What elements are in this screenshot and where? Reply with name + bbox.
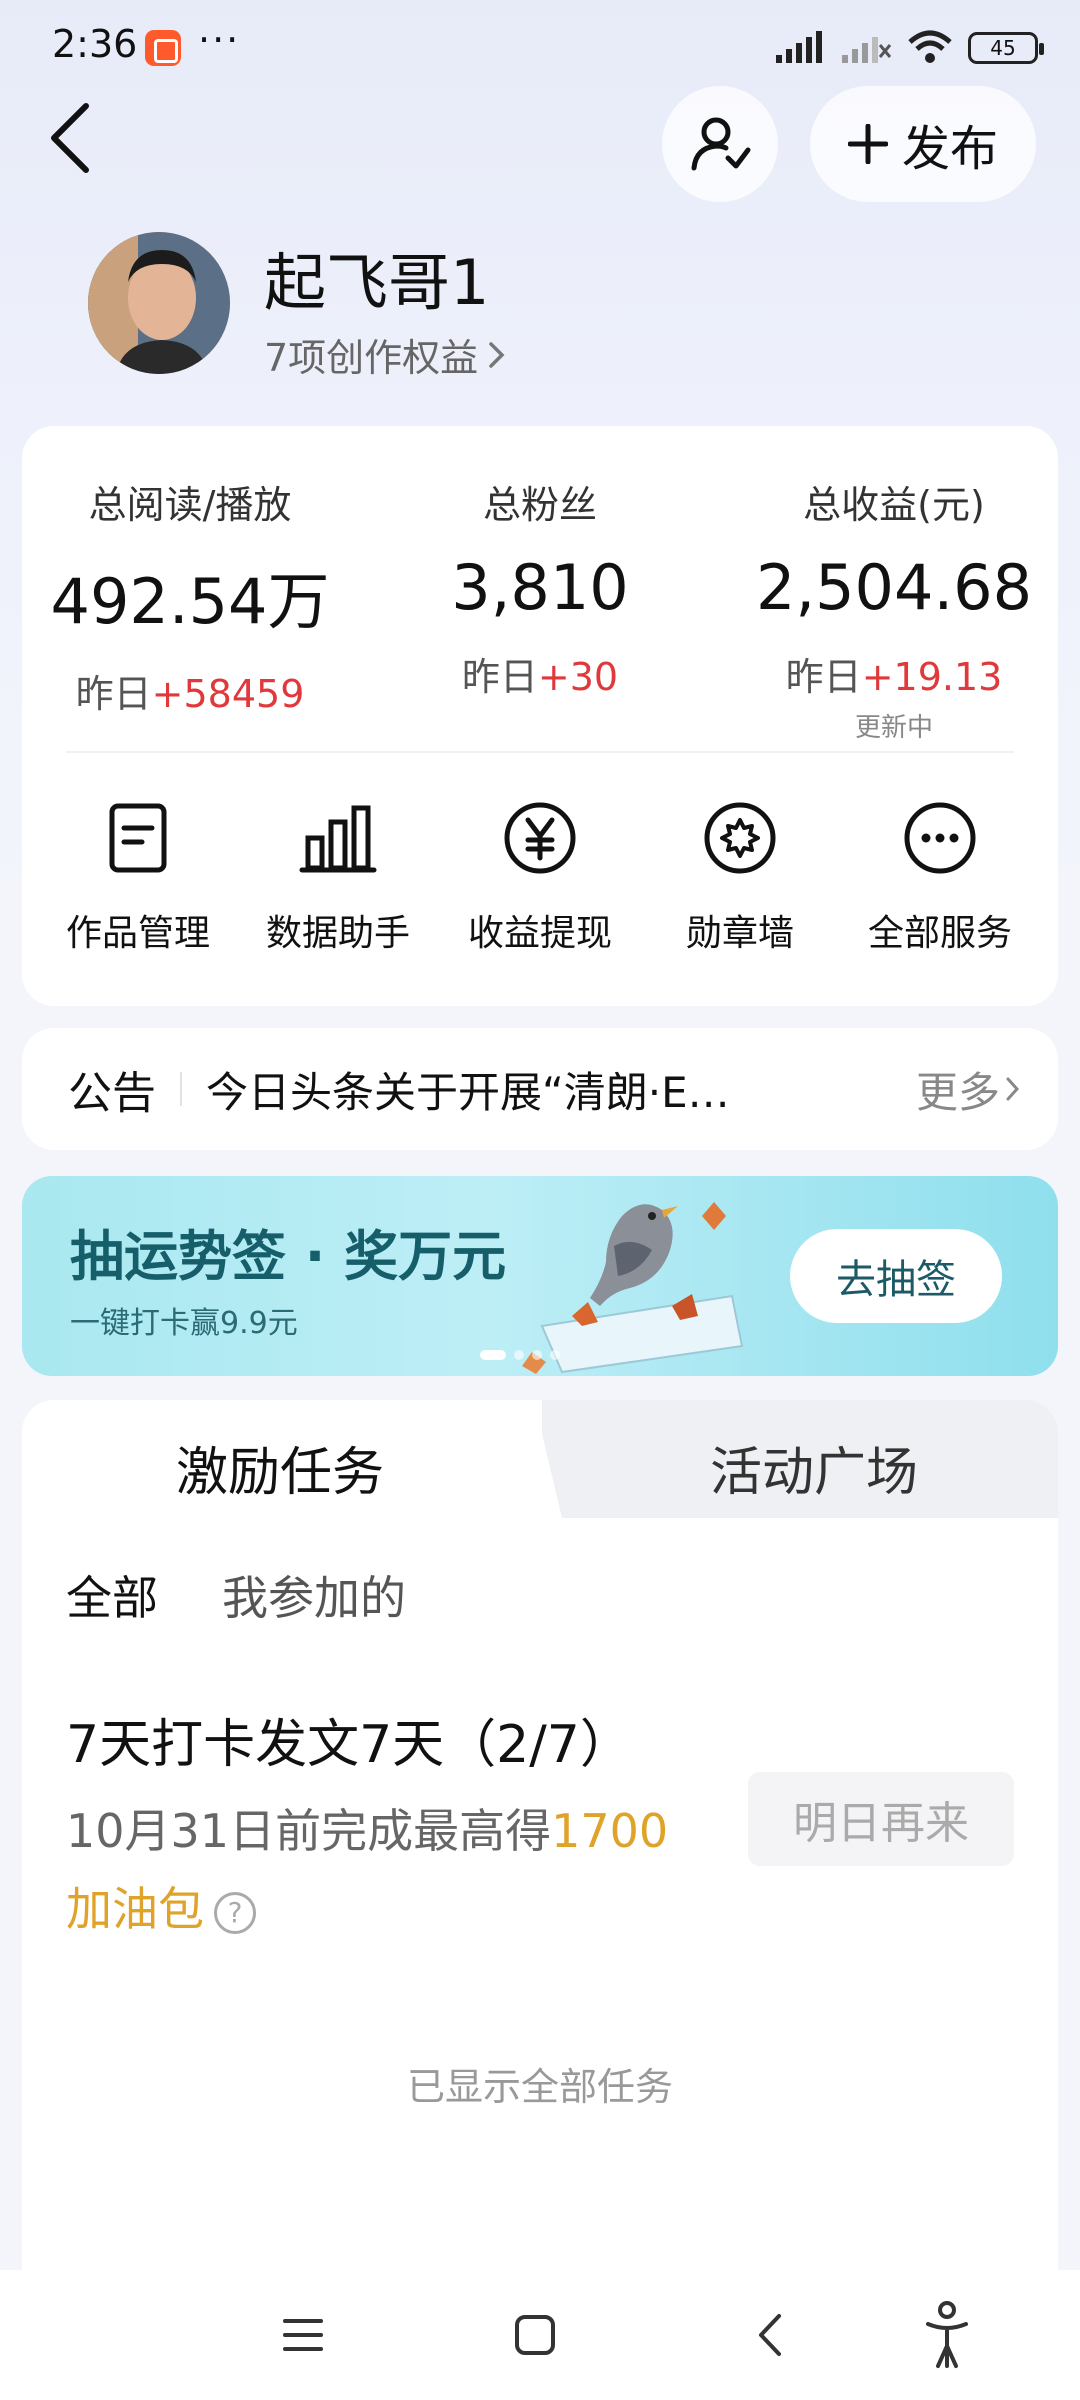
wifi-icon (908, 30, 952, 63)
stat-update-note: 更新中 (854, 713, 933, 743)
stat-yesterday: 昨日+19.13 (785, 655, 1003, 699)
publish-label: 发布 (901, 121, 998, 177)
filter-all[interactable]: 全部 (66, 1562, 158, 1628)
tool-data-assistant[interactable]: 数据助手 (238, 798, 438, 956)
stat-label: 总粉丝 (482, 483, 597, 527)
tool-all-services[interactable]: 全部服务 (840, 798, 1040, 956)
stat-total-fans[interactable]: 总粉丝 3,810 昨日+30 (390, 474, 690, 701)
announcement-more-link[interactable]: 更多 (916, 1059, 1022, 1120)
creator-rights-link[interactable]: 7项创作权益 (264, 327, 508, 382)
tool-label: 收益提现 (467, 913, 612, 954)
task-action-button[interactable]: 明日再来 (748, 1772, 1014, 1866)
chevron-left-icon (51, 103, 89, 173)
more-icon (904, 802, 976, 874)
system-back-button[interactable] (736, 2300, 806, 2370)
announcement-bar[interactable]: 公告 今日头条关于开展“清朗·E… 更多 (22, 1028, 1058, 1150)
stat-label: 总阅读/播放 (88, 483, 292, 527)
avatar[interactable] (88, 232, 230, 374)
menu-icon (283, 2319, 323, 2351)
stat-yesterday: 昨日+30 (461, 655, 619, 699)
fortune-draw-banner[interactable]: 抽运势签 · 奖万元 一键打卡赢9.9元 去抽签 (22, 1176, 1058, 1376)
tool-works-management[interactable]: 作品管理 (38, 798, 238, 956)
publish-button[interactable]: 发布 (810, 86, 1036, 202)
tab-activity-square[interactable]: 活动广场 (710, 1430, 918, 1505)
more-label: 更多 (915, 1067, 1000, 1117)
task-description: 10月31日前完成最高得1700 加油包? (66, 1804, 669, 1936)
stat-value: 2,504.68 (755, 551, 1033, 624)
chevron-right-icon (489, 341, 505, 368)
divider (66, 751, 1014, 753)
document-icon (109, 803, 167, 873)
tool-label: 数据助手 (265, 913, 410, 954)
user-check-icon (691, 117, 751, 171)
stat-total-reads[interactable]: 总阅读/播放 492.54万 昨日+58459 (40, 474, 340, 718)
back-button[interactable] (42, 98, 102, 178)
tool-medal-wall[interactable]: 勋章墙 (640, 798, 840, 956)
follow-manage-button[interactable] (662, 86, 778, 202)
menu-button[interactable] (268, 2300, 338, 2370)
tab-incentive-tasks[interactable]: 激励任务 (176, 1430, 384, 1505)
accessibility-button[interactable] (912, 2300, 982, 2370)
username: 起飞哥1 (264, 246, 490, 319)
all-tasks-shown-note: 已显示全部任务 (406, 2065, 673, 2109)
chevron-left-icon (759, 2314, 781, 2356)
carousel-indicator (480, 1350, 560, 1360)
medal-icon (704, 802, 776, 874)
stat-label: 总收益(元) (803, 483, 985, 527)
bird-illustration (522, 1202, 744, 1374)
tool-label: 全部服务 (867, 913, 1012, 954)
signal-icon (776, 31, 822, 63)
flashlight-icon (926, 2301, 968, 2368)
divider (180, 1072, 182, 1106)
stat-value: 3,810 (451, 551, 629, 624)
creator-rights-label: 7项创作权益 (264, 336, 479, 380)
tasks-panel: 激励任务 活动广场 全部 我参加的 7天打卡发文7天（2/7） 10月31日前完… (22, 1400, 1058, 2270)
stat-value: 492.54万 (50, 565, 330, 638)
banner-subtitle: 一键打卡赢9.9元 (70, 1306, 298, 1341)
announcement-text[interactable]: 今日头条关于开展“清朗·E… (206, 1059, 846, 1120)
chevron-right-icon (1006, 1077, 1020, 1101)
filter-joined[interactable]: 我参加的 (222, 1562, 406, 1628)
stat-total-income[interactable]: 总收益(元) 2,504.68 昨日+19.13 更新中 (736, 474, 1052, 744)
home-button[interactable] (500, 2300, 570, 2370)
status-icons: 45 (774, 30, 1044, 66)
task-title: 7天打卡发文7天（2/7） (66, 1715, 632, 1775)
tool-income-withdraw[interactable]: 收益提现 (440, 798, 640, 956)
stat-yesterday: 昨日+58459 (75, 672, 305, 716)
square-icon (515, 2315, 555, 2355)
plus-icon (847, 124, 888, 164)
tool-label: 作品管理 (65, 913, 210, 954)
draw-button[interactable]: 去抽签 (790, 1229, 1002, 1323)
battery-icon: 45 (968, 32, 1044, 64)
signal-weak-icon (842, 37, 892, 63)
help-icon[interactable]: ? (214, 1891, 256, 1934)
system-navigation-bar (0, 2270, 1080, 2400)
yuan-icon (504, 802, 576, 874)
stats-card: 总阅读/播放 492.54万 昨日+58459 总粉丝 3,810 昨日+30 … (22, 426, 1058, 1006)
status-time: 2:36 (52, 22, 138, 66)
bar-chart-icon (299, 805, 377, 873)
banner-title: 抽运势签 · 奖万元 (70, 1225, 507, 1288)
app-notification-icon (145, 30, 181, 66)
tool-label: 勋章墙 (685, 913, 794, 954)
announcement-title: 公告 (68, 1068, 156, 1119)
avatar-image (88, 232, 230, 374)
more-notifications-indicator: ··· (198, 18, 241, 62)
